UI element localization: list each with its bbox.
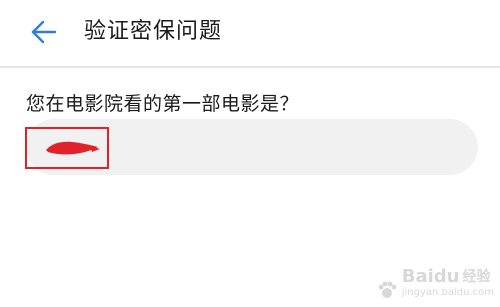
- page-title: 验证密保问题: [84, 19, 223, 44]
- watermark-row: Baidu 经验: [402, 267, 491, 287]
- back-button[interactable]: [26, 14, 62, 50]
- paw-logo-icon: [378, 281, 397, 298]
- watermark-url: jingyan.baidu.com: [401, 287, 494, 298]
- app-header: 验证密保问题: [0, 0, 500, 66]
- header-divider: [0, 66, 500, 68]
- security-question-label: 您在电影院看的第一部电影是？: [26, 93, 300, 115]
- watermark-text-group: Baidu 经验 jingyan.baidu.com: [402, 267, 494, 301]
- arrow-left-icon: [31, 20, 57, 44]
- watermark-logo-text: Baidu: [401, 266, 460, 287]
- watermark-sub-text: 经验: [462, 269, 491, 285]
- security-question-screen: 验证密保问题 您在电影院看的第一部电影是？ Baidu 经验 jingyan.b…: [0, 0, 500, 307]
- redaction-scribble: [46, 141, 100, 155]
- baidu-jingyan-watermark: Baidu 经验 jingyan.baidu.com: [376, 267, 494, 301]
